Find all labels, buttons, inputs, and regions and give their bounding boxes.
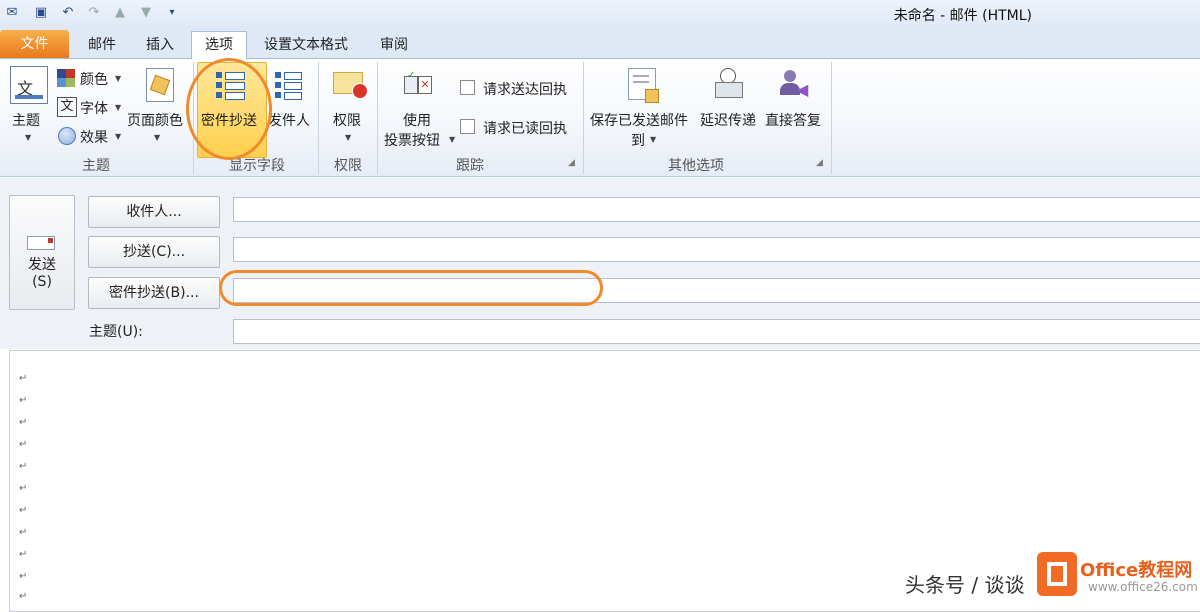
save-sent-item-line2[interactable]: 到 [631,130,645,150]
to-button[interactable]: 收件人... [88,196,220,228]
colors-button[interactable]: 颜色 [80,69,108,89]
paragraph-mark: ↵ [19,417,28,428]
to-field[interactable] [233,197,1200,222]
page-color-button[interactable]: 页面颜色 [127,110,183,130]
office-logo-icon [1037,552,1077,596]
paragraph-mark: ↵ [19,461,28,472]
paragraph-mark: ↵ [19,483,28,494]
annotation-circle [219,270,603,306]
group-label-theme: 主题 [82,158,110,174]
fonts-dropdown-icon[interactable]: ▼ [115,103,121,112]
fonts-icon: 文 [57,97,77,117]
request-read-label[interactable]: 请求已读回执 [483,118,567,138]
paragraph-mark: ↵ [19,549,28,560]
voting-dropdown-icon[interactable]: ▼ [449,135,455,144]
fonts-button[interactable]: 字体 [80,98,108,118]
permission-dropdown-icon[interactable]: ▼ [345,133,351,142]
group-divider [831,62,832,174]
paragraph-mark: ↵ [19,591,28,602]
permission-button[interactable]: 权限 [333,110,361,130]
direct-replies-icon: ◀ [780,70,810,100]
title-bar: ✉ ▣ ↶ ↷ ▲ ▼ ▾ 未命名 - 邮件 (HTML) [0,0,1200,28]
send-button[interactable]: 发送 (S) [9,195,75,310]
paragraph-mark: ↵ [19,571,28,582]
paragraph-mark: ↵ [19,395,28,406]
direct-replies-button[interactable]: 直接答复 [765,110,821,130]
save-sent-item-line1[interactable]: 保存已发送邮件 [590,110,688,130]
theme-button[interactable]: 主题 [12,110,40,130]
theme-icon[interactable]: 文 [10,66,48,104]
effects-icon [58,127,76,145]
undo-icon[interactable]: ↶ [60,5,76,21]
request-read-checkbox[interactable] [460,119,475,134]
page-color-icon [146,68,174,102]
request-delivery-label[interactable]: 请求送达回执 [483,79,567,99]
send-label-line2: (S) [32,274,52,290]
from-icon [275,70,303,100]
cc-field[interactable] [233,237,1200,262]
group-label-permission: 权限 [334,158,362,174]
page-color-dropdown-icon[interactable]: ▼ [154,133,160,142]
watermark-site: Office教程网 [1080,560,1193,581]
group-divider [318,62,319,174]
send-envelope-icon [27,236,55,250]
cc-button[interactable]: 抄送(C)... [88,236,220,268]
theme-dropdown-icon[interactable]: ▼ [25,133,31,142]
tab-review[interactable]: 审阅 [370,32,418,58]
save-sent-dropdown-icon[interactable]: ▼ [650,135,656,144]
colors-icon [57,69,75,87]
more-options-dialog-launcher-icon[interactable]: ◢ [816,158,823,168]
colors-dropdown-icon[interactable]: ▼ [115,74,121,83]
watermark-url: www.office26.com [1088,580,1198,594]
group-label-more-options: 其他选项 [668,158,724,174]
up-arrow-icon[interactable]: ▲ [112,5,128,21]
paragraph-mark: ↵ [19,527,28,538]
delay-delivery-icon [713,68,743,98]
annotation-circle [186,58,272,160]
tab-mail[interactable]: 邮件 [80,32,124,58]
subject-field[interactable] [233,319,1200,344]
window-title: 未命名 - 邮件 (HTML) [893,8,1032,24]
save-icon[interactable]: ▣ [33,5,49,21]
from-button[interactable]: 发件人 [268,110,310,130]
down-arrow-icon[interactable]: ▼ [138,5,154,21]
bcc-address-button[interactable]: 密件抄送(B)... [88,277,220,309]
outlook-app-icon[interactable]: ✉ [4,5,20,21]
tab-format-text[interactable]: 设置文本格式 [252,32,360,58]
group-divider [377,62,378,174]
delay-delivery-button[interactable]: 延迟传递 [700,110,756,130]
permission-icon [333,72,368,99]
save-sent-item-icon [628,68,659,103]
tracking-dialog-launcher-icon[interactable]: ◢ [568,158,575,168]
voting-buttons-icon: ✕ ✓ [404,70,432,98]
paragraph-mark: ↵ [19,505,28,516]
customize-qat-icon[interactable]: ▾ [164,5,180,21]
group-divider [583,62,584,174]
tab-options[interactable]: 选项 [191,31,247,59]
tab-insert[interactable]: 插入 [137,32,183,58]
paragraph-mark: ↵ [19,373,28,384]
redo-icon[interactable]: ↷ [86,5,102,21]
send-label-line1: 发送 [28,257,56,273]
effects-dropdown-icon[interactable]: ▼ [115,132,121,141]
paragraph-mark: ↵ [19,439,28,450]
effects-button[interactable]: 效果 [80,127,108,147]
watermark-text: 头条号 / 谈谈 [905,573,1025,597]
voting-buttons-line1[interactable]: 使用 [403,110,431,130]
group-label-tracking: 跟踪 [456,158,484,174]
tab-file[interactable]: 文件 [0,30,69,58]
voting-buttons-line2[interactable]: 投票按钮 [384,130,440,150]
request-delivery-checkbox[interactable] [460,80,475,95]
subject-label: 主题(U): [89,324,143,340]
